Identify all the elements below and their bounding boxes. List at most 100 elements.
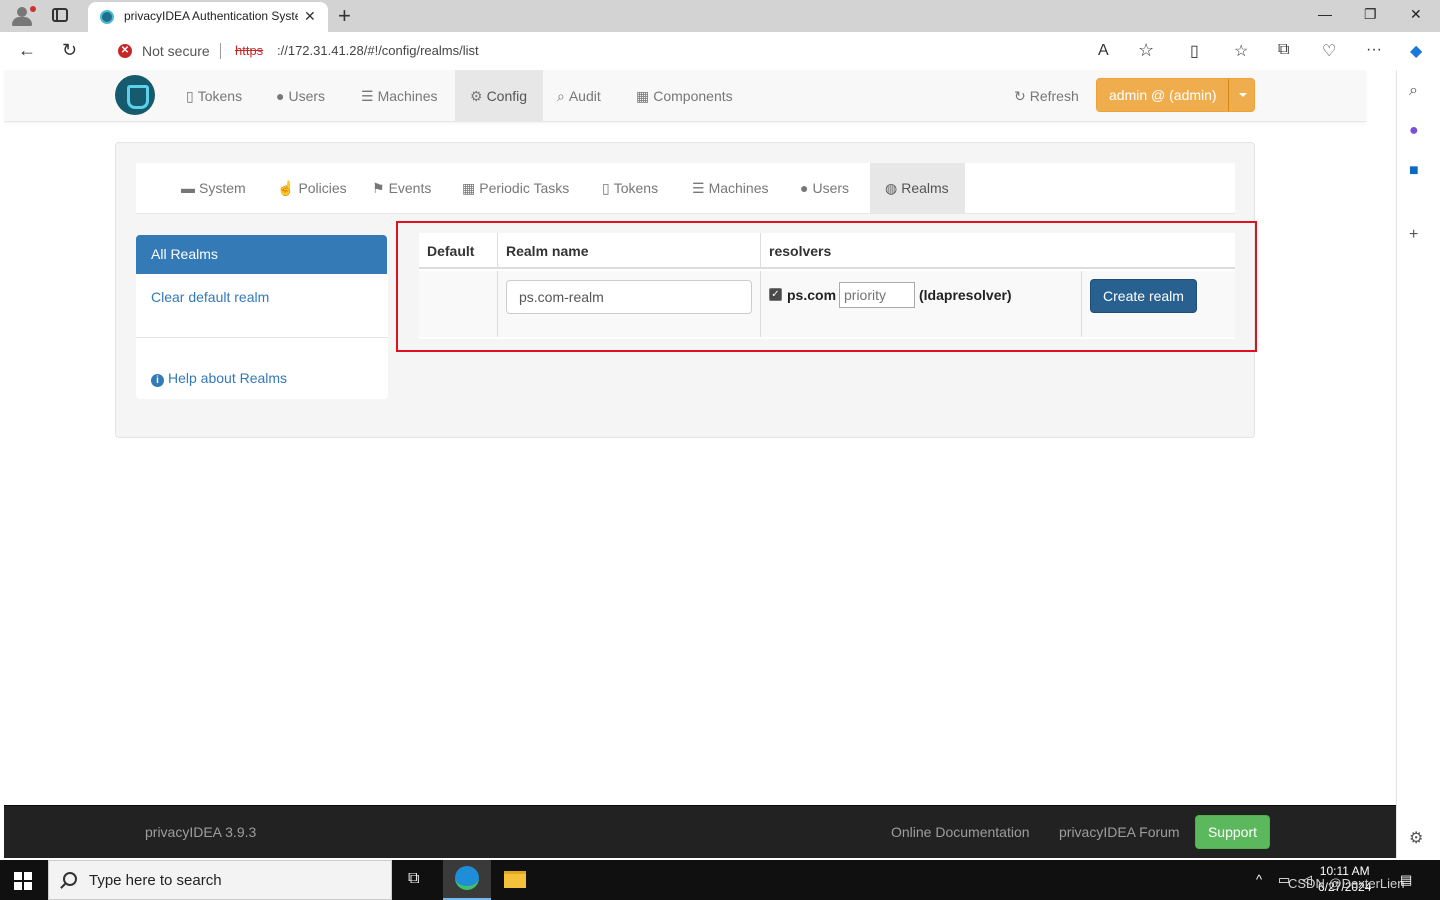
subnav-machines-label: Machines bbox=[708, 180, 769, 196]
privacyidea-favicon-icon bbox=[100, 10, 114, 24]
header-resolvers: resolvers bbox=[761, 233, 1235, 269]
resolver-checkbox[interactable]: ✓ bbox=[769, 288, 782, 301]
calendar-icon: ▦ bbox=[462, 180, 476, 196]
nav-machines[interactable]: ☰ Machines bbox=[361, 70, 437, 122]
subnav-system[interactable]: ▬ System bbox=[181, 163, 246, 213]
realm-name-input[interactable] bbox=[506, 280, 752, 314]
cell-actions: Create realm bbox=[1082, 271, 1235, 337]
tab-title: privacyIDEA Authentication System bbox=[124, 9, 298, 23]
browser-essentials-icon[interactable]: ♡ bbox=[1322, 41, 1336, 61]
online-docs-link[interactable]: Online Documentation bbox=[891, 824, 1030, 840]
calendar-icon: ▦ bbox=[636, 88, 650, 104]
search-icon: ⌕ bbox=[557, 88, 565, 104]
subnav-periodic-tasks[interactable]: ▦ Periodic Tasks bbox=[462, 163, 569, 213]
all-realms-item[interactable]: All Realms bbox=[136, 235, 387, 274]
read-aloud-icon[interactable]: A bbox=[1098, 42, 1109, 60]
privacyidea-logo[interactable] bbox=[115, 75, 155, 115]
user-menu-button[interactable]: admin @ (admin) bbox=[1096, 78, 1255, 112]
support-button[interactable]: Support bbox=[1195, 815, 1270, 849]
mobile-icon: ▯ bbox=[602, 180, 610, 196]
nav-machines-label: Machines bbox=[377, 88, 438, 104]
page: ▯ Tokens ● Users ☰ Machines ⚙ Config ⌕ Audit … bbox=[4, 70, 1396, 858]
subnav-events[interactable]: ⚑ Events bbox=[372, 163, 431, 213]
new-tab-icon[interactable]: + bbox=[338, 3, 351, 29]
info-icon: i bbox=[151, 374, 164, 387]
favorites-icon[interactable]: ☆ bbox=[1234, 41, 1248, 61]
address-bar[interactable]: ✕ Not secure https ://172.31.41.28/#!/co… bbox=[100, 36, 1166, 66]
minimize-icon[interactable]: — bbox=[1318, 6, 1332, 22]
browser-tab[interactable]: privacyIDEA Authentication System ✕ bbox=[88, 2, 328, 32]
windows-taskbar: Type here to search ⧉ ^ ▭ ◁ 10:11 AM 6/2… bbox=[0, 860, 1440, 900]
close-tab-icon[interactable]: ✕ bbox=[304, 8, 316, 25]
address-divider bbox=[220, 43, 221, 59]
nav-tokens-label: Tokens bbox=[197, 88, 243, 104]
config-well: ▬ System ☝ Policies ⚑ Events ▦ Periodic Task… bbox=[115, 142, 1255, 438]
subnav-users[interactable]: ● Users bbox=[800, 163, 849, 213]
user-icon: ● bbox=[276, 88, 285, 104]
sidebar-search-icon[interactable]: ⌕ bbox=[1409, 82, 1418, 100]
user-label: admin @ (admin) bbox=[1109, 87, 1217, 103]
not-secure-label[interactable]: Not secure bbox=[142, 43, 210, 59]
reload-icon[interactable]: ↻ bbox=[62, 40, 77, 61]
subnav-periodic-tasks-label: Periodic Tasks bbox=[479, 180, 570, 196]
subnav-policies[interactable]: ☝ Policies bbox=[277, 163, 347, 213]
tray-chevron-icon[interactable]: ^ bbox=[1256, 872, 1262, 887]
notifications-icon[interactable]: ▤ bbox=[1400, 872, 1412, 888]
nav-tokens[interactable]: ▯ Tokens bbox=[186, 70, 242, 122]
subnav-machines[interactable]: ☰ Machines bbox=[692, 163, 768, 213]
tab-actions-icon[interactable] bbox=[52, 8, 68, 22]
forum-link[interactable]: privacyIDEA Forum bbox=[1059, 824, 1180, 840]
nav-audit-label: Audit bbox=[568, 88, 601, 104]
outlook-icon[interactable]: ■ bbox=[1409, 162, 1419, 180]
clear-default-realm-link[interactable]: Clear default realm bbox=[151, 289, 269, 305]
back-icon[interactable]: ← bbox=[18, 40, 36, 61]
split-screen-icon[interactable]: ▯ bbox=[1190, 41, 1199, 61]
browser-toolbar: ← ↻ ✕ Not secure https ://172.31.41.28/#… bbox=[0, 32, 1440, 70]
footer: privacyIDEA 3.9.3 Online Documentation p… bbox=[4, 805, 1396, 858]
task-view-icon[interactable]: ⧉ bbox=[392, 860, 440, 900]
subnav-realms-label: Realms bbox=[901, 180, 949, 196]
header-realm-name: Realm name bbox=[498, 233, 761, 269]
realm-table: Default Realm name resolvers ✓ ps.com (l… bbox=[419, 233, 1235, 339]
collections-icon[interactable]: ⧉ bbox=[1278, 41, 1289, 59]
nav-audit[interactable]: ⌕ Audit bbox=[557, 70, 601, 122]
sidebar-divider bbox=[136, 337, 388, 338]
create-realm-button[interactable]: Create realm bbox=[1090, 279, 1197, 313]
subnav-tokens-label: Tokens bbox=[613, 180, 659, 196]
nav-users-label: Users bbox=[288, 88, 326, 104]
edge-taskbar-icon[interactable] bbox=[443, 860, 491, 900]
caret-down-icon[interactable] bbox=[1228, 79, 1255, 111]
nav-config-label: Config bbox=[486, 88, 528, 104]
copilot-icon[interactable]: ◆ bbox=[1410, 41, 1422, 61]
gear-icon: ⚙ bbox=[470, 88, 483, 104]
globe-icon: ◍ bbox=[885, 180, 898, 196]
header-default: Default bbox=[419, 233, 498, 269]
subnav-policies-label: Policies bbox=[298, 180, 347, 196]
cell-default bbox=[419, 271, 498, 337]
browser-tabstrip: privacyIDEA Authentication System ✕ + — … bbox=[0, 0, 1440, 32]
priority-input[interactable] bbox=[839, 282, 915, 308]
sidebar-discover-icon[interactable]: ● bbox=[1409, 122, 1419, 140]
top-navbar: ▯ Tokens ● Users ☰ Machines ⚙ Config ⌕ Audit … bbox=[4, 70, 1366, 122]
windows-start-icon[interactable] bbox=[14, 872, 32, 890]
subnav-realms[interactable]: ◍ Realms bbox=[870, 163, 965, 213]
more-menu-icon[interactable]: ··· bbox=[1366, 41, 1382, 59]
file-explorer-icon[interactable] bbox=[491, 860, 539, 900]
close-window-icon[interactable]: ✕ bbox=[1410, 6, 1422, 23]
briefcase-icon: ▬ bbox=[181, 180, 195, 196]
subnav-tokens[interactable]: ▯ Tokens bbox=[602, 163, 658, 213]
profile-icon[interactable] bbox=[8, 4, 36, 28]
help-realms-label: Help about Realms bbox=[168, 370, 288, 386]
help-realms-link[interactable]: i Help about Realms bbox=[151, 370, 287, 387]
nav-users[interactable]: ● Users bbox=[276, 70, 325, 122]
favorite-star-icon[interactable]: ☆ bbox=[1138, 40, 1154, 61]
sidebar-settings-icon[interactable]: ⚙ bbox=[1409, 828, 1423, 848]
subnav-users-label: Users bbox=[812, 180, 850, 196]
nav-components[interactable]: ▦ Components bbox=[636, 70, 733, 122]
add-sidebar-app-icon[interactable]: + bbox=[1409, 226, 1418, 244]
hand-icon: ☝ bbox=[277, 180, 295, 196]
refresh-button[interactable]: ↻ Refresh bbox=[1014, 70, 1079, 122]
nav-config[interactable]: ⚙ Config bbox=[455, 70, 543, 122]
restore-icon[interactable]: ❐ bbox=[1364, 6, 1377, 23]
taskbar-search[interactable]: Type here to search bbox=[48, 860, 392, 900]
